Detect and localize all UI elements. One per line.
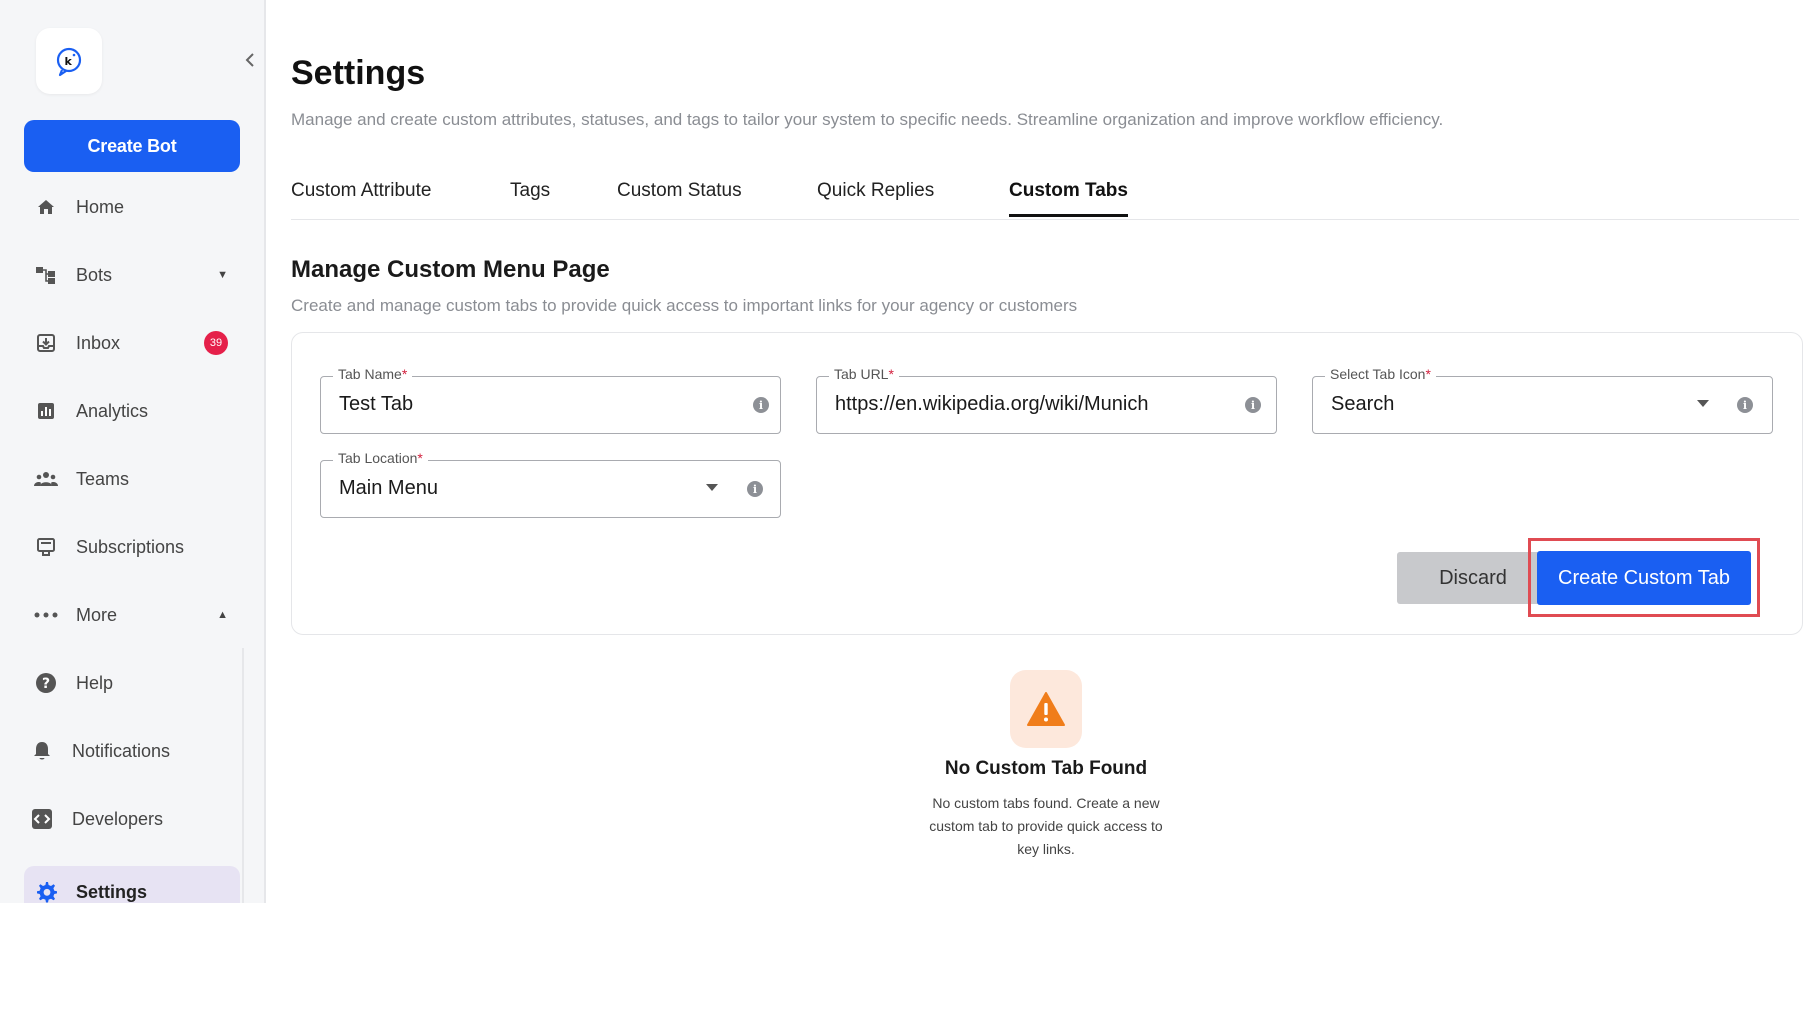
logo-icon: k bbox=[56, 47, 82, 77]
discard-button[interactable]: Discard bbox=[1397, 552, 1549, 604]
create-custom-tab-button[interactable]: Create Custom Tab bbox=[1537, 551, 1751, 605]
tab-custom-tabs[interactable]: Custom Tabs bbox=[1009, 180, 1128, 217]
sidebar-divider bbox=[242, 648, 244, 903]
sidebar-item-label: Analytics bbox=[76, 400, 149, 421]
sidebar-item-label: Notifications bbox=[72, 740, 171, 761]
info-icon[interactable]: i bbox=[753, 397, 769, 413]
home-icon bbox=[34, 195, 58, 219]
settings-tabs: Custom Attribute Tags Custom Status Quic… bbox=[291, 170, 1799, 220]
sidebar-item-inbox[interactable]: Inbox 39 bbox=[24, 319, 240, 367]
tab-url-label: Tab URL* bbox=[829, 366, 899, 382]
create-bot-button[interactable]: Create Bot bbox=[24, 120, 240, 172]
info-icon[interactable]: i bbox=[1245, 397, 1261, 413]
section-title: Manage Custom Menu Page bbox=[291, 256, 610, 283]
sidebar-item-subscriptions[interactable]: Subscriptions bbox=[24, 523, 240, 571]
warning-icon bbox=[1027, 692, 1065, 726]
sidebar-item-bots[interactable]: Bots ▼ bbox=[24, 251, 240, 299]
teams-icon bbox=[34, 467, 58, 491]
tab-icon-value[interactable]: Search bbox=[1331, 393, 1394, 416]
main-content: Settings Manage and create custom attrib… bbox=[266, 0, 1806, 903]
sidebar-item-label: Teams bbox=[76, 468, 130, 489]
collapse-sidebar-button[interactable] bbox=[240, 50, 260, 70]
chevron-left-icon bbox=[245, 53, 254, 67]
tab-name-field[interactable]: Tab Name* Test Tab i bbox=[320, 366, 781, 434]
tab-location-label: Tab Location* bbox=[333, 450, 428, 466]
sidebar-item-label: Settings bbox=[76, 881, 148, 902]
tab-quick-replies[interactable]: Quick Replies bbox=[817, 180, 934, 214]
tab-name-label: Tab Name* bbox=[333, 366, 413, 382]
sidebar: k Create Bot Home Bots ▼ Inbox 39 Analyt… bbox=[0, 0, 266, 903]
sidebar-item-more[interactable]: More ▲ bbox=[24, 591, 240, 639]
developers-icon bbox=[30, 807, 54, 831]
sidebar-item-developers[interactable]: Developers bbox=[24, 795, 240, 843]
sidebar-item-settings[interactable]: Settings bbox=[24, 866, 240, 903]
sidebar-item-label: Subscriptions bbox=[76, 536, 185, 557]
tab-tags[interactable]: Tags bbox=[510, 180, 550, 214]
sidebar-item-label: Developers bbox=[72, 808, 164, 829]
help-icon: ? bbox=[34, 671, 58, 695]
sidebar-item-teams[interactable]: Teams bbox=[24, 455, 240, 503]
caret-up-icon: ▲ bbox=[217, 609, 228, 621]
app-logo[interactable]: k bbox=[36, 28, 102, 94]
bots-icon bbox=[34, 263, 58, 287]
sidebar-item-label: Inbox bbox=[76, 332, 121, 353]
info-icon[interactable]: i bbox=[1737, 397, 1753, 413]
sidebar-item-label: Help bbox=[76, 672, 114, 693]
tab-custom-status[interactable]: Custom Status bbox=[617, 180, 742, 214]
subscriptions-icon bbox=[34, 535, 58, 559]
svg-text:?: ? bbox=[42, 676, 50, 692]
empty-state-title: No Custom Tab Found bbox=[944, 758, 1148, 779]
tab-icon-label: Select Tab Icon* bbox=[1325, 366, 1436, 382]
empty-state-description: No custom tabs found. Create a new custo… bbox=[929, 795, 1163, 857]
sidebar-item-label: Home bbox=[76, 196, 125, 217]
page-subtitle: Manage and create custom attributes, sta… bbox=[291, 110, 1444, 129]
custom-tab-form: Tab Name* Test Tab i Tab URL* https://en… bbox=[291, 332, 1803, 635]
tab-url-input[interactable]: https://en.wikipedia.org/wiki/Munich bbox=[835, 393, 1148, 416]
sidebar-item-help[interactable]: ? Help bbox=[24, 659, 240, 707]
more-icon bbox=[34, 603, 58, 627]
page-title: Settings bbox=[291, 54, 426, 92]
tab-custom-attribute[interactable]: Custom Attribute bbox=[291, 180, 431, 214]
inbox-count-badge: 39 bbox=[204, 331, 228, 355]
caret-down-icon: ▼ bbox=[217, 269, 228, 281]
sidebar-item-notifications[interactable]: Notifications bbox=[24, 727, 240, 775]
sidebar-item-label: More bbox=[76, 604, 118, 625]
sidebar-item-analytics[interactable]: Analytics bbox=[24, 387, 240, 435]
inbox-icon bbox=[34, 331, 58, 355]
analytics-icon bbox=[34, 399, 58, 423]
sidebar-item-label: Bots bbox=[76, 264, 113, 285]
app-window: k Create Bot Home Bots ▼ Inbox 39 Analyt… bbox=[0, 0, 1806, 903]
info-icon[interactable]: i bbox=[747, 481, 763, 497]
tab-name-input[interactable]: Test Tab bbox=[339, 393, 413, 416]
empty-state-icon-box bbox=[1010, 670, 1082, 748]
bell-icon bbox=[30, 739, 54, 763]
tab-url-field[interactable]: Tab URL* https://en.wikipedia.org/wiki/M… bbox=[816, 366, 1277, 434]
tab-location-select[interactable]: Tab Location* Main Menu i bbox=[320, 450, 781, 518]
tab-icon-select[interactable]: Select Tab Icon* Search i bbox=[1312, 366, 1773, 434]
dropdown-arrow-icon[interactable] bbox=[706, 484, 718, 491]
dropdown-arrow-icon[interactable] bbox=[1697, 400, 1709, 407]
svg-text:k: k bbox=[65, 55, 73, 68]
sidebar-item-home[interactable]: Home bbox=[24, 183, 240, 231]
tab-location-value[interactable]: Main Menu bbox=[339, 477, 438, 500]
section-subtitle: Create and manage custom tabs to provide… bbox=[291, 296, 1078, 315]
gear-icon bbox=[34, 880, 58, 903]
